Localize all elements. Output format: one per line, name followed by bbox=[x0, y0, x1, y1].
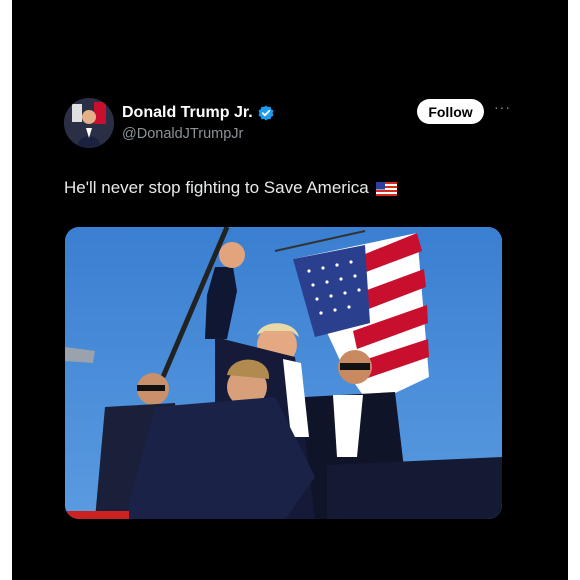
post-text-row: He'll never stop fighting to Save Americ… bbox=[64, 178, 397, 198]
follow-button[interactable]: Follow bbox=[417, 99, 484, 124]
author-name-row: Donald Trump Jr. bbox=[122, 104, 274, 122]
verified-badge-icon bbox=[258, 105, 274, 121]
author-handle[interactable]: @DonaldJTrumpJr bbox=[122, 126, 243, 142]
post-card: Donald Trump Jr. @DonaldJTrumpJr Follow … bbox=[12, 0, 568, 580]
post-media-photo[interactable] bbox=[65, 227, 502, 519]
more-options-icon[interactable]: ··· bbox=[494, 100, 512, 114]
post-header: Donald Trump Jr. @DonaldJTrumpJr Follow … bbox=[64, 98, 568, 158]
us-flag-emoji-icon bbox=[375, 181, 397, 196]
author-name[interactable]: Donald Trump Jr. bbox=[122, 104, 253, 122]
avatar[interactable] bbox=[64, 98, 114, 148]
post-text: He'll never stop fighting to Save Americ… bbox=[64, 178, 369, 197]
